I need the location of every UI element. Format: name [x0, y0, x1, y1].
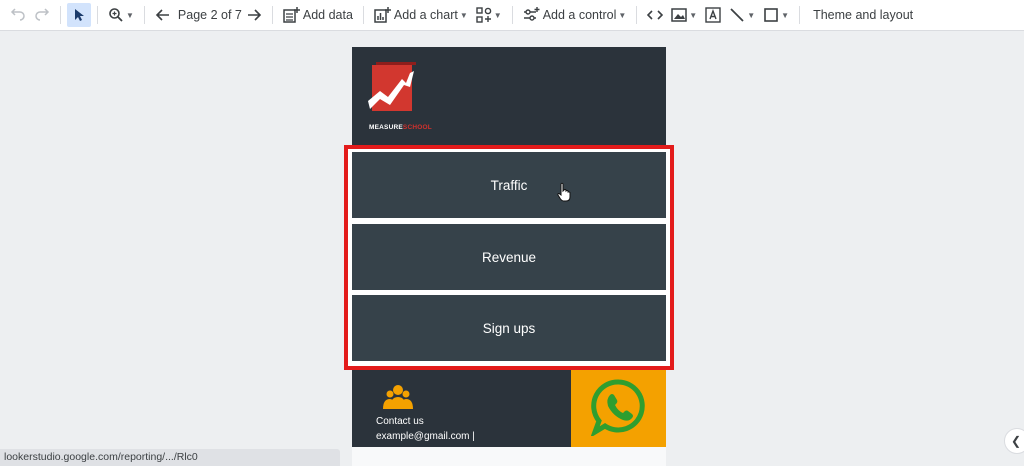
line-button[interactable]: ▼ — [725, 3, 759, 27]
rectangle-icon — [764, 8, 778, 22]
shape-button[interactable]: ▼ — [759, 3, 793, 27]
nav-button-label: Revenue — [481, 249, 537, 265]
redo-icon — [35, 8, 50, 21]
toolbar-divider — [143, 6, 145, 24]
logo-wordmark: MEASURESCHOOL — [369, 124, 432, 131]
community-visualization-icon — [476, 7, 492, 23]
chevron-down-icon: ▼ — [781, 10, 790, 20]
arrow-right-icon — [247, 9, 262, 21]
editor-toolbar: ▼ Page 2 of 7 Add data Add a chart ▼ ▼ A… — [0, 0, 1024, 31]
toolbar-divider — [362, 6, 364, 24]
add-data-button[interactable]: Add data — [279, 3, 357, 27]
text-box-icon — [705, 7, 721, 23]
toolbar-divider — [799, 6, 801, 24]
community-viz-button[interactable]: ▼ — [472, 3, 506, 27]
report-header: MEASURESCHOOL — [352, 47, 666, 147]
contact-section: Contact us example@gmail.com | — [352, 370, 571, 447]
line-icon — [730, 8, 744, 22]
toolbar-divider — [271, 6, 273, 24]
nav-button-traffic[interactable]: Traffic — [352, 152, 666, 218]
contact-label: Contact us — [376, 416, 424, 427]
undo-icon — [10, 8, 25, 21]
code-icon — [647, 10, 664, 20]
add-chart-icon — [374, 7, 391, 23]
embed-url-button[interactable] — [643, 3, 667, 27]
toolbar-divider — [511, 6, 513, 24]
nav-button-label: Sign ups — [482, 320, 536, 336]
add-control-label: Add a control — [542, 8, 617, 22]
browser-status-bar: lookerstudio.google.com/reporting/.../Rl… — [0, 449, 340, 466]
navigation-highlight-frame: Traffic Revenue Sign ups — [344, 145, 674, 370]
add-control-icon — [523, 7, 540, 21]
whatsapp-icon — [591, 379, 645, 436]
toolbar-divider — [60, 6, 61, 24]
select-tool-button[interactable] — [67, 3, 91, 27]
panel-collapse-button[interactable]: ❮ — [1004, 428, 1024, 454]
add-chart-label: Add a chart — [393, 8, 458, 22]
chevron-down-icon: ▼ — [747, 10, 756, 20]
nav-button-revenue[interactable]: Revenue — [352, 224, 666, 290]
logo-text-accent: SCHOOL — [402, 124, 432, 131]
add-data-icon — [283, 7, 300, 23]
chevron-left-icon: ❮ — [1011, 434, 1022, 448]
whatsapp-panel[interactable] — [571, 370, 666, 447]
chevron-down-icon: ▼ — [618, 10, 627, 20]
toolbar-divider — [636, 6, 638, 24]
previous-page-button[interactable] — [151, 3, 175, 27]
page-indicator: Page 2 of 7 — [177, 8, 242, 22]
theme-layout-label: Theme and layout — [813, 8, 914, 22]
contact-email[interactable]: example@gmail.com | — [376, 431, 475, 442]
text-button[interactable] — [701, 3, 725, 27]
chevron-down-icon: ▼ — [689, 10, 698, 20]
hand-pointer-cursor-icon — [557, 182, 571, 202]
zoom-icon — [109, 8, 123, 22]
redo-button[interactable] — [30, 3, 54, 27]
nav-button-sign-ups[interactable]: Sign ups — [352, 295, 666, 361]
image-icon — [671, 8, 688, 22]
theme-layout-button[interactable]: Theme and layout — [806, 3, 917, 27]
measureschool-logo — [368, 62, 416, 111]
image-button[interactable]: ▼ — [667, 3, 701, 27]
zoom-button[interactable]: ▼ — [104, 3, 138, 27]
logo-text-main: MEASURE — [369, 124, 403, 131]
chevron-down-icon: ▼ — [126, 10, 134, 20]
add-chart-button[interactable]: Add a chart ▼ — [370, 3, 472, 27]
arrow-left-icon — [155, 9, 169, 21]
nav-button-label: Traffic — [490, 177, 528, 193]
cursor-select-icon — [75, 9, 84, 21]
next-page-button[interactable] — [242, 3, 266, 27]
toolbar-divider — [97, 6, 98, 24]
undo-button[interactable] — [6, 3, 30, 27]
add-data-label: Add data — [302, 8, 353, 22]
chevron-down-icon: ▼ — [493, 10, 502, 20]
contact-people-icon — [383, 385, 413, 409]
add-control-button[interactable]: Add a control ▼ — [519, 3, 631, 27]
chevron-down-icon: ▼ — [459, 10, 468, 20]
